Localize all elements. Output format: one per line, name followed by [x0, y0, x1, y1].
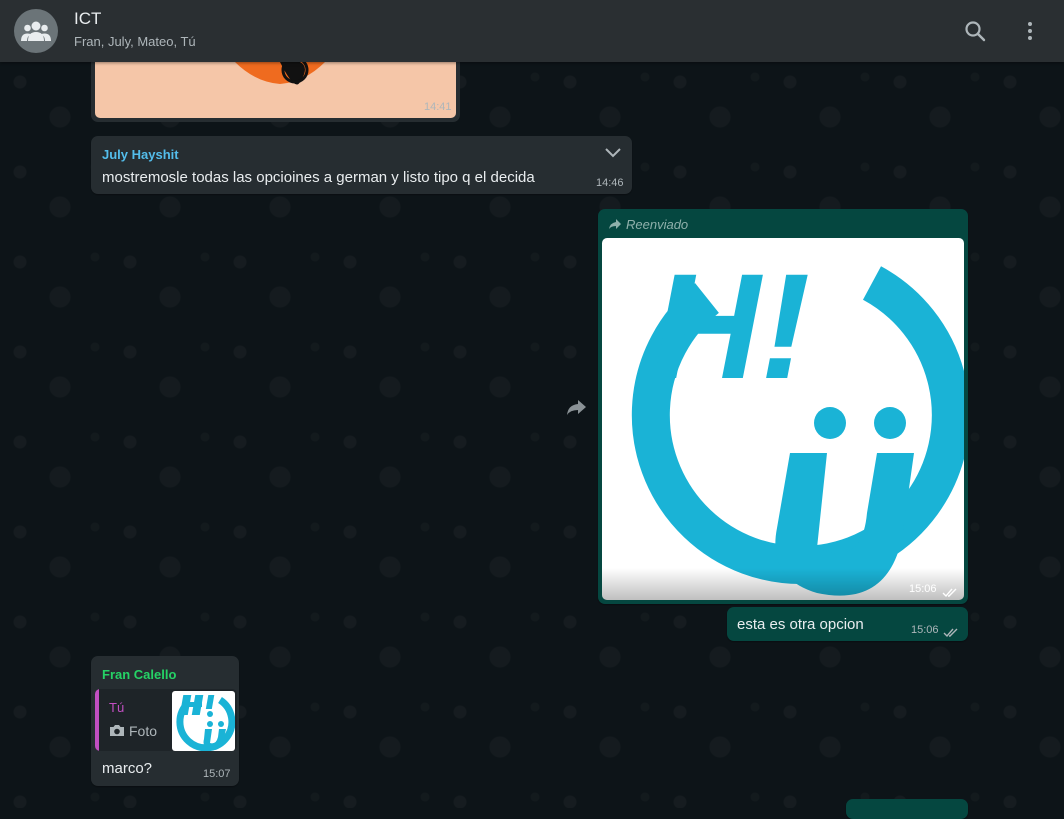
message-time: 14:46 — [596, 177, 624, 189]
image-message[interactable]: 14:41 — [91, 62, 460, 122]
double-check-icon — [943, 625, 959, 643]
chat-header[interactable]: ICT Fran, July, Mateo, Tú — [0, 0, 1064, 62]
double-check-icon — [942, 585, 958, 600]
outgoing-message[interactable] — [846, 799, 968, 819]
quote-thumbnail[interactable] — [172, 691, 235, 751]
message-time: 15:07 — [203, 768, 231, 780]
chat-participants[interactable]: Fran, July, Mateo, Tú — [74, 34, 196, 49]
chat-title[interactable]: ICT — [74, 9, 101, 29]
forward-icon[interactable] — [565, 396, 587, 418]
outgoing-message[interactable]: esta es otra opcion 15:06 — [727, 607, 968, 641]
message-image[interactable] — [95, 62, 456, 118]
search-icon[interactable] — [960, 16, 990, 46]
camera-icon — [109, 724, 125, 742]
message-time: 15:06 — [909, 583, 937, 595]
forwarded-label: Reenviado — [626, 217, 689, 232]
quote-label: Foto — [129, 723, 158, 739]
group-avatar-icon[interactable] — [14, 9, 58, 53]
message-time: 14:41 — [424, 101, 452, 113]
message-text: marco? — [102, 760, 153, 777]
sender-name[interactable]: Fran Calello — [102, 667, 176, 682]
message-image[interactable]: H! 15:06 — [602, 238, 964, 600]
chevron-down-icon[interactable] — [604, 146, 622, 164]
message-text: esta es otra opcion — [737, 616, 864, 633]
forward-icon — [608, 217, 622, 235]
quote-bar — [95, 689, 99, 751]
incoming-message[interactable]: July Hayshit mostremosle todas las opcio… — [91, 136, 632, 194]
hi-logo-text: H! — [652, 242, 810, 410]
quote-author: Tú — [109, 700, 125, 715]
message-time: 15:06 — [911, 624, 939, 636]
message-text: mostremosle todas las opcioines a german… — [102, 169, 535, 186]
sender-name[interactable]: July Hayshit — [102, 147, 179, 162]
menu-icon[interactable] — [1015, 16, 1045, 46]
